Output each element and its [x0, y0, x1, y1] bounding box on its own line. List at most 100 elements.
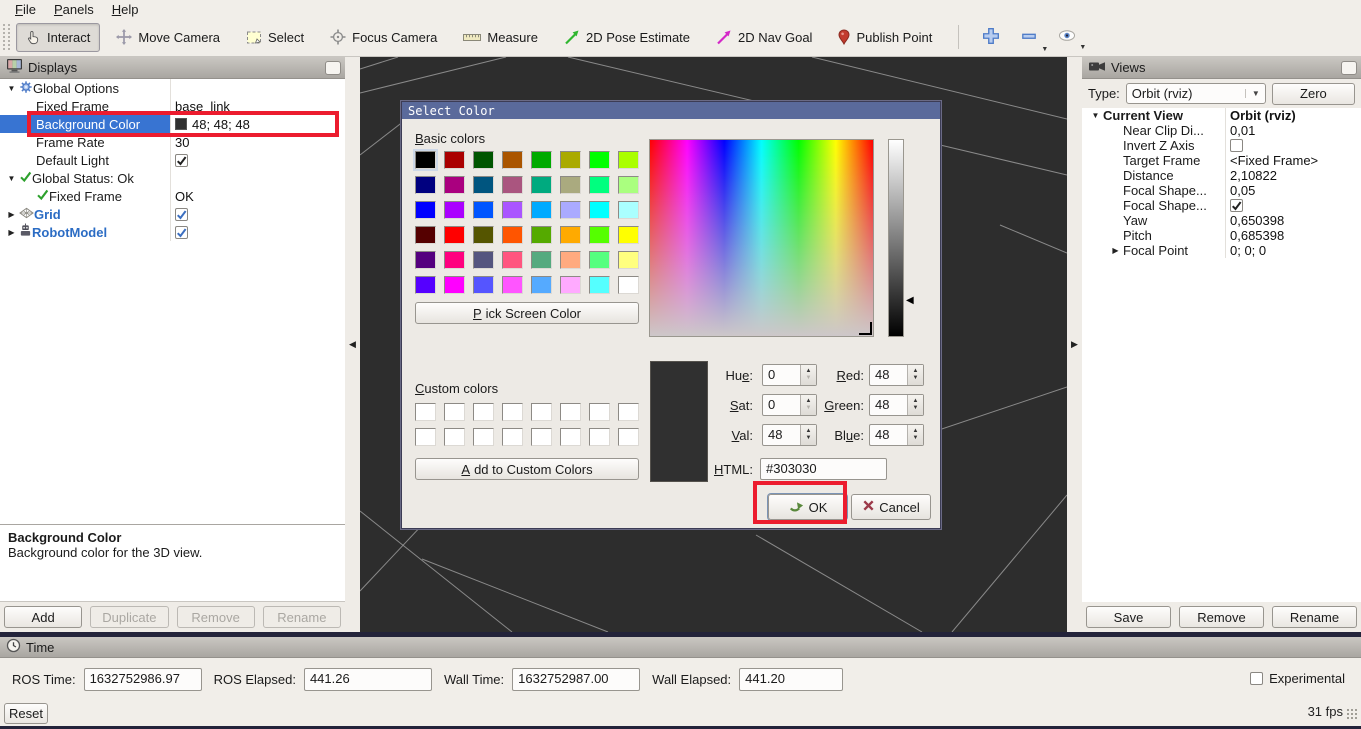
basic-color-swatch[interactable]: [531, 176, 552, 194]
basic-color-swatch[interactable]: [502, 176, 523, 194]
spin-down-arrow[interactable]: ▼: [913, 435, 919, 442]
basic-color-swatch[interactable]: [415, 151, 436, 169]
basic-color-swatch[interactable]: [560, 276, 581, 294]
spinbox-green[interactable]: 48▲▼: [869, 394, 924, 416]
tree-row-target-frame[interactable]: Target Frame<Fixed Frame>: [1082, 153, 1361, 168]
expander-right-icon[interactable]: ▶: [4, 228, 19, 237]
tool-publish-point[interactable]: Publish Point: [828, 22, 942, 52]
basic-color-swatch[interactable]: [560, 201, 581, 219]
tree-row-current-view[interactable]: ▼Current ViewOrbit (rviz): [1082, 108, 1361, 123]
custom-color-swatch[interactable]: [502, 403, 523, 421]
basic-color-swatch[interactable]: [589, 276, 610, 294]
tree-value-cell[interactable]: [170, 223, 345, 241]
basic-color-swatch[interactable]: [444, 201, 465, 219]
basic-color-swatch[interactable]: [444, 151, 465, 169]
basic-color-swatch[interactable]: [560, 251, 581, 269]
add-to-custom-colors-button[interactable]: Add to Custom Colors: [415, 458, 639, 480]
basic-color-swatch[interactable]: [618, 201, 639, 219]
render-view-3d[interactable]: Select Color Basic colors Pick Screen Co…: [360, 57, 1067, 632]
custom-color-swatch[interactable]: [473, 428, 494, 446]
tree-row-global-status-ok[interactable]: ▼Global Status: Ok: [0, 169, 345, 187]
time-field-input[interactable]: 441.20: [739, 668, 843, 691]
basic-color-swatch[interactable]: [473, 226, 494, 244]
basic-color-swatch[interactable]: [531, 276, 552, 294]
tree-value-cell[interactable]: Orbit (rviz): [1225, 108, 1361, 123]
spin-up-arrow[interactable]: ▲: [913, 368, 919, 375]
spin-down-arrow[interactable]: ▼: [913, 375, 919, 382]
tree-value-cell[interactable]: 48; 48; 48: [170, 115, 345, 133]
basic-color-swatch[interactable]: [473, 276, 494, 294]
tree-row-background-color[interactable]: Background Color48; 48; 48: [0, 115, 345, 133]
custom-color-swatch[interactable]: [531, 403, 552, 421]
checkbox-checked[interactable]: [175, 208, 188, 221]
dialog-titlebar[interactable]: Select Color: [402, 102, 940, 119]
basic-color-swatch[interactable]: [618, 226, 639, 244]
splitter-handle-right[interactable]: ▶: [1067, 57, 1082, 632]
custom-color-swatch[interactable]: [444, 428, 465, 446]
basic-color-swatch[interactable]: [531, 201, 552, 219]
tree-row-invert-z-axis[interactable]: Invert Z Axis: [1082, 138, 1361, 153]
experimental-checkbox[interactable]: [1250, 672, 1263, 685]
basic-color-swatch[interactable]: [589, 151, 610, 169]
reset-button[interactable]: Reset: [4, 703, 48, 724]
spin-arrows[interactable]: ▲▼: [907, 365, 923, 385]
spin-value[interactable]: 48: [870, 395, 907, 415]
tree-value-cell[interactable]: base_link: [170, 97, 345, 115]
custom-color-swatch[interactable]: [589, 403, 610, 421]
spinbox-blue[interactable]: 48▲▼: [869, 424, 924, 446]
tree-row-fixed-frame[interactable]: Fixed FrameOK: [0, 187, 345, 205]
basic-color-swatch[interactable]: [473, 251, 494, 269]
resize-grip[interactable]: [1346, 708, 1359, 721]
tree-value-cell[interactable]: [170, 169, 345, 187]
basic-color-swatch[interactable]: [618, 251, 639, 269]
tree-row-yaw[interactable]: Yaw0,650398: [1082, 213, 1361, 228]
button-zoom-out[interactable]: ▼: [1013, 23, 1045, 52]
spin-up-arrow[interactable]: ▲: [913, 398, 919, 405]
spin-down-arrow[interactable]: ▼: [913, 405, 919, 412]
checkbox-checked[interactable]: [1230, 199, 1243, 212]
tree-row-near-clip-di-[interactable]: Near Clip Di...0,01: [1082, 123, 1361, 138]
basic-color-swatch[interactable]: [531, 151, 552, 169]
custom-color-swatch[interactable]: [560, 403, 581, 421]
tree-row-focal-shape-[interactable]: Focal Shape...0,05: [1082, 183, 1361, 198]
button-visibility[interactable]: ▼: [1051, 24, 1083, 50]
tool-focus-camera[interactable]: Focus Camera: [320, 22, 447, 52]
tool-2d-pose-estimate[interactable]: 2D Pose Estimate: [554, 22, 700, 52]
spin-arrows[interactable]: ▲▼: [907, 395, 923, 415]
save-button[interactable]: Save: [1086, 606, 1171, 628]
basic-color-swatch[interactable]: [560, 226, 581, 244]
tree-value-cell[interactable]: [170, 205, 345, 223]
basic-color-swatch[interactable]: [415, 251, 436, 269]
basic-color-swatch[interactable]: [473, 176, 494, 194]
tree-row-focal-shape-[interactable]: Focal Shape...: [1082, 198, 1361, 213]
basic-color-swatch[interactable]: [502, 251, 523, 269]
custom-color-swatch[interactable]: [502, 428, 523, 446]
value-slider-arrow[interactable]: ◀: [906, 296, 914, 306]
menu-item-help[interactable]: Help: [103, 1, 148, 18]
tree-row-robotmodel[interactable]: ▶RobotModel: [0, 223, 345, 241]
custom-color-swatch[interactable]: [589, 428, 610, 446]
basic-color-swatch[interactable]: [415, 201, 436, 219]
time-field-input[interactable]: 441.26: [304, 668, 432, 691]
tree-value-cell[interactable]: 0,01: [1225, 123, 1361, 138]
value-slider[interactable]: [888, 139, 904, 337]
cancel-button[interactable]: Cancel: [851, 494, 931, 520]
custom-color-swatch[interactable]: [560, 428, 581, 446]
basic-color-swatch[interactable]: [560, 176, 581, 194]
checkbox-checked[interactable]: [175, 154, 188, 167]
hue-sat-picker[interactable]: [649, 139, 874, 337]
add-button[interactable]: Add: [4, 606, 82, 628]
basic-color-swatch[interactable]: [444, 251, 465, 269]
custom-color-swatch[interactable]: [618, 428, 639, 446]
tree-row-focal-point[interactable]: ▶Focal Point0; 0; 0: [1082, 243, 1361, 258]
checkbox-unchecked[interactable]: [1230, 139, 1243, 152]
basic-color-swatch[interactable]: [589, 251, 610, 269]
basic-color-swatch[interactable]: [502, 226, 523, 244]
basic-color-swatch[interactable]: [415, 226, 436, 244]
expander-down-icon[interactable]: ▼: [1088, 111, 1103, 120]
basic-color-swatch[interactable]: [502, 151, 523, 169]
tool-measure[interactable]: Measure: [453, 23, 548, 52]
basic-color-swatch[interactable]: [502, 276, 523, 294]
tree-value-cell[interactable]: [1225, 138, 1361, 153]
tool-2d-nav-goal[interactable]: 2D Nav Goal: [706, 22, 822, 52]
